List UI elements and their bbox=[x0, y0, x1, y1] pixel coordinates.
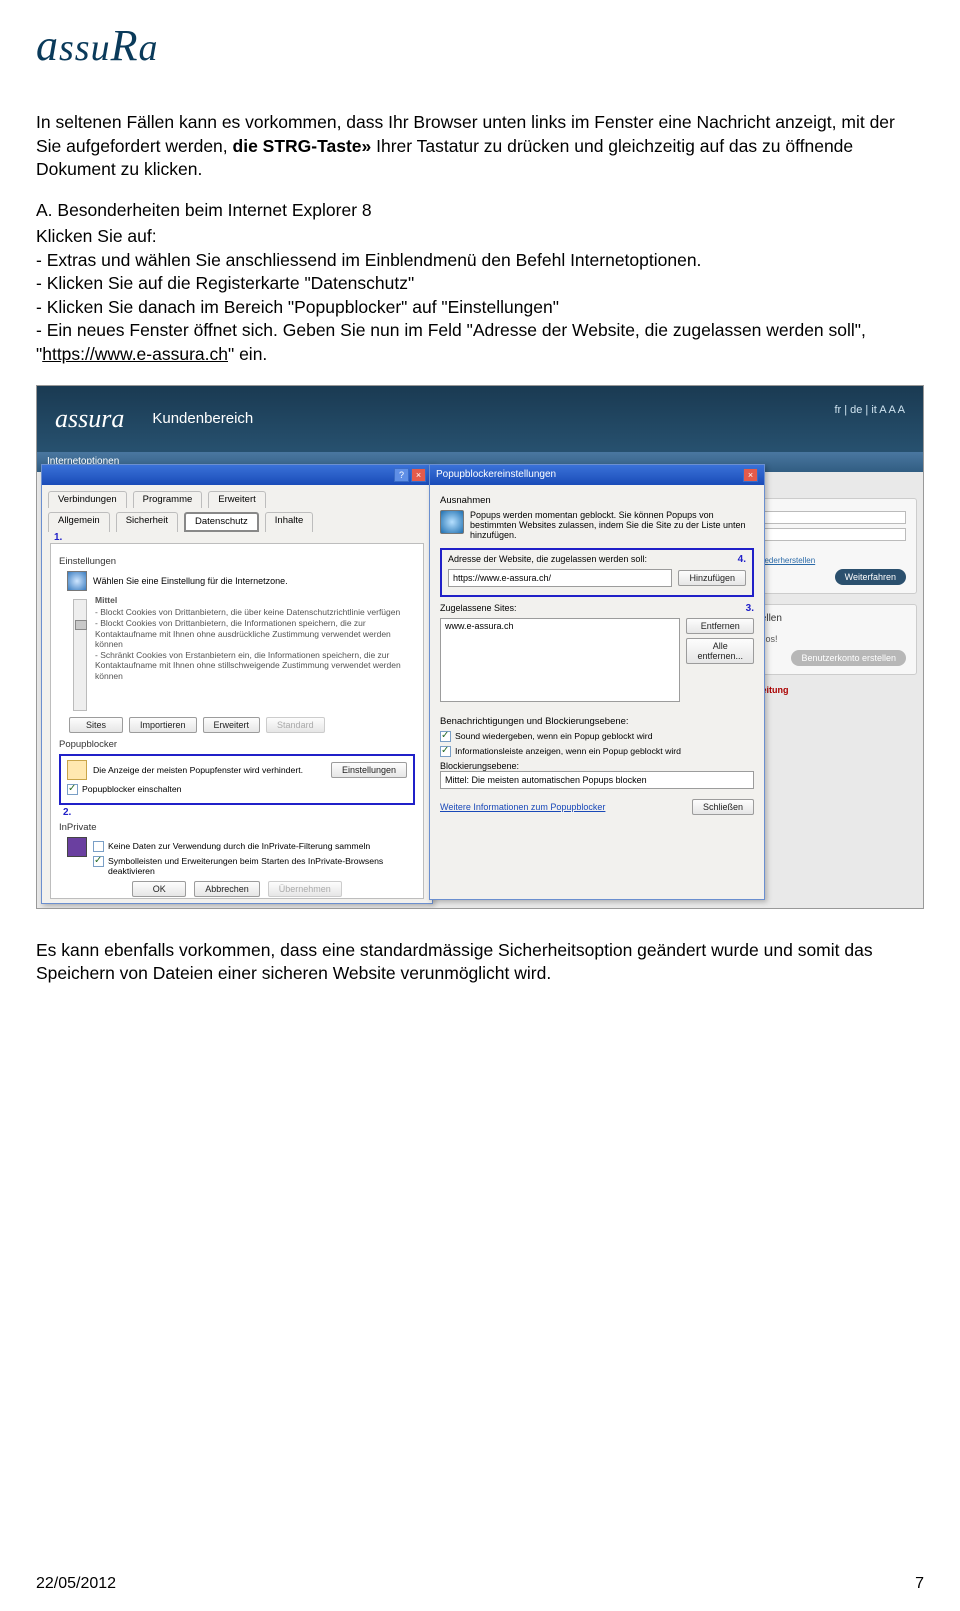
close-icon[interactable]: × bbox=[411, 468, 426, 482]
pb-more-link[interactable]: Weitere Informationen zum Popupblocker bbox=[440, 802, 605, 812]
pb-addr-label: Adresse der Website, die zugelassen werd… bbox=[448, 554, 647, 565]
login-pass-input[interactable] bbox=[756, 528, 906, 541]
tab-verbindungen[interactable]: Verbindungen bbox=[48, 491, 127, 508]
pb-titlebar: Popupblockereinstellungen × bbox=[430, 465, 764, 485]
pb-grp-exceptions: Ausnahmen bbox=[440, 495, 754, 506]
tab-programme[interactable]: Programme bbox=[133, 491, 203, 508]
site-title: Kundenbereich bbox=[152, 410, 253, 427]
privacy-slider[interactable] bbox=[73, 599, 87, 711]
btn-close[interactable]: Schließen bbox=[692, 799, 754, 815]
bullet-2: - Klicken Sie auf die Registerkarte "Dat… bbox=[36, 272, 924, 296]
popup-desc: Die Anzeige der meisten Popupfenster wir… bbox=[93, 765, 325, 775]
inprivate-icon bbox=[67, 837, 87, 857]
chk-ip1-box[interactable] bbox=[93, 841, 104, 852]
section-prefix: A. bbox=[36, 200, 57, 220]
login-user-input[interactable] bbox=[756, 511, 906, 524]
io-zone-label: Wählen Sie eine Einstellung für die Inte… bbox=[93, 576, 288, 586]
btn-settings[interactable]: Einstellungen bbox=[331, 762, 407, 778]
btn-standard: Standard bbox=[266, 717, 325, 733]
screenshot-figure: assura Kundenbereich fr | de | it A A A … bbox=[36, 385, 924, 909]
internet-options-dialog: ? × Verbindungen Programme Erweitert All… bbox=[41, 464, 433, 904]
section-heading: A. Besonderheiten beim Internet Explorer… bbox=[36, 200, 924, 221]
pb-content: Ausnahmen Popups werden momentan geblock… bbox=[430, 485, 764, 825]
tab-inhalte[interactable]: Inhalte bbox=[265, 512, 314, 532]
tab-sicherheit[interactable]: Sicherheit bbox=[116, 512, 178, 532]
pb-help-text: Popups werden momentan geblockt. Sie kön… bbox=[470, 510, 754, 540]
io-grp-settings: Einstellungen bbox=[59, 556, 415, 567]
pb-address-input[interactable] bbox=[448, 569, 672, 587]
bullet-1: - Extras und wählen Sie anschliessend im… bbox=[36, 249, 924, 273]
btn-remove[interactable]: Entfernen bbox=[686, 618, 754, 634]
bullet-0: Klicken Sie auf: bbox=[36, 225, 924, 249]
chk-popupblocker: Popupblocker einschalten bbox=[82, 784, 182, 794]
tab-datenschutz[interactable]: Datenschutz bbox=[184, 512, 259, 532]
chk-infobar-box[interactable] bbox=[440, 746, 451, 757]
chk-ip1: Keine Daten zur Verwendung durch die InP… bbox=[108, 841, 370, 851]
close-icon[interactable]: × bbox=[743, 468, 758, 482]
bullet-link[interactable]: https://www.e-assura.ch bbox=[42, 344, 228, 364]
lang-switch[interactable]: fr | de | it A A A bbox=[834, 404, 905, 416]
tab-erweitert[interactable]: Erweitert bbox=[208, 491, 265, 508]
site-header: assura Kundenbereich fr | de | it A A A bbox=[37, 386, 923, 452]
footer-date: 22/05/2012 bbox=[36, 1575, 116, 1593]
io-tabs: Verbindungen Programme Erweitert Allgeme… bbox=[42, 485, 432, 532]
annotation-4: 4. bbox=[738, 554, 746, 565]
globe-icon bbox=[440, 510, 464, 534]
chk-ip2: Symbolleisten und Erweiterungen beim Sta… bbox=[108, 856, 415, 876]
chk-infobar: Informationsleiste anzeigen, wenn ein Po… bbox=[455, 746, 681, 756]
btn-apply: Übernehmen bbox=[268, 881, 342, 897]
annotation-1: 1. bbox=[54, 532, 62, 543]
btn-advanced[interactable]: Erweitert bbox=[203, 717, 261, 733]
chk-popupblocker-box[interactable] bbox=[67, 784, 78, 795]
io-grp-popup: Popupblocker bbox=[59, 739, 415, 750]
io-grp-inprivate: InPrivate bbox=[59, 822, 415, 833]
pb-list-item[interactable]: www.e-assura.ch bbox=[445, 621, 675, 631]
create-button[interactable]: Benutzerkonto erstellen bbox=[791, 650, 906, 666]
annotation-3: 3. bbox=[746, 603, 754, 614]
chk-sound-box[interactable] bbox=[440, 731, 451, 742]
slider-desc: - Blockt Cookies von Drittanbietern, die… bbox=[95, 607, 409, 681]
pb-block-select[interactable]: Mittel: Die meisten automatischen Popups… bbox=[440, 771, 754, 789]
intro-paragraph: In seltenen Fällen kann es vorkommen, da… bbox=[36, 111, 924, 182]
intro-bold: die STRG-Taste» bbox=[233, 136, 372, 156]
page-footer: 22/05/2012 7 bbox=[36, 1575, 924, 1593]
btn-cancel[interactable]: Abbrechen bbox=[194, 881, 260, 897]
site-logo: assura bbox=[55, 404, 124, 434]
bullet-list: Klicken Sie auf: - Extras und wählen Sie… bbox=[36, 225, 924, 367]
help-icon[interactable]: ? bbox=[394, 468, 409, 482]
io-content: Einstellungen Wählen Sie eine Einstellun… bbox=[50, 543, 424, 899]
btn-ok[interactable]: OK bbox=[132, 881, 186, 897]
io-titlebar: ? × bbox=[42, 465, 432, 485]
brand-logo: assuRa bbox=[36, 20, 924, 71]
login-submit[interactable]: Weiterfahren bbox=[835, 569, 906, 585]
bullet-4: - Ein neues Fenster öffnet sich. Geben S… bbox=[36, 319, 924, 366]
slider-text: Mittel - Blockt Cookies von Drittanbiete… bbox=[95, 595, 415, 711]
popup-blocker-dialog: Popupblockereinstellungen × Ausnahmen Po… bbox=[429, 464, 765, 900]
tab-allgemein[interactable]: Allgemein bbox=[48, 512, 110, 532]
pb-block-value: Mittel: Die meisten automatischen Popups… bbox=[445, 775, 647, 785]
pb-list-label: Zugelassene Sites: bbox=[440, 603, 517, 614]
footer-page: 7 bbox=[915, 1575, 924, 1593]
pb-block-label: Blockierungsebene: bbox=[440, 761, 754, 771]
btn-import[interactable]: Importieren bbox=[129, 717, 197, 733]
io-footer: OK Abbrechen Übernehmen bbox=[42, 881, 432, 897]
btn-remove-all[interactable]: Alle entfernen... bbox=[686, 638, 754, 664]
pb-allowed-list[interactable]: www.e-assura.ch bbox=[440, 618, 680, 702]
annotation-2: 2. bbox=[63, 807, 71, 818]
pb-title-text: Popupblockereinstellungen bbox=[436, 469, 556, 480]
slider-title: Mittel bbox=[95, 595, 409, 606]
pb-grp-notify: Benachrichtigungen und Blockierungsebene… bbox=[440, 716, 754, 727]
outro-paragraph: Es kann ebenfalls vorkommen, dass eine s… bbox=[36, 939, 924, 986]
btn-sites[interactable]: Sites bbox=[69, 717, 123, 733]
section-title: Besonderheiten beim Internet Explorer 8 bbox=[57, 200, 371, 220]
popup-icon bbox=[67, 760, 87, 780]
btn-add[interactable]: Hinzufügen bbox=[678, 570, 746, 586]
globe-icon bbox=[67, 571, 87, 591]
chk-ip2-box[interactable] bbox=[93, 856, 104, 867]
chk-sound: Sound wiedergeben, wenn ein Popup gebloc… bbox=[455, 731, 653, 741]
bullet-3: - Klicken Sie danach im Bereich "Popupbl… bbox=[36, 296, 924, 320]
